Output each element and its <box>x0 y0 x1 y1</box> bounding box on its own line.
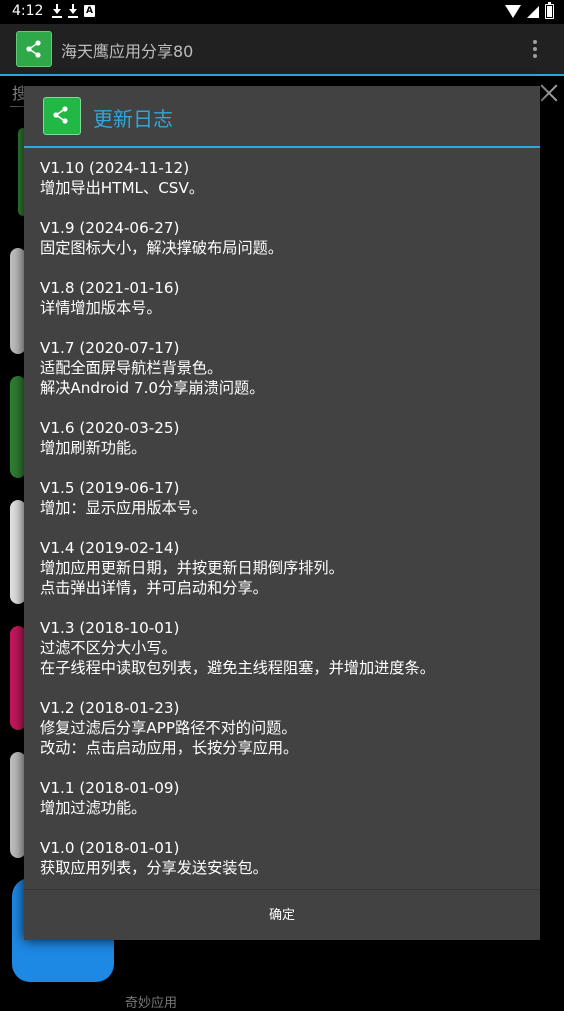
entry-version: V1.4 (2019-02-14) <box>40 539 180 557</box>
changelog-entry: V1.7 (2020-07-17) 适配全面屏导航栏背景色。解决Android 7… <box>40 338 530 398</box>
battery-icon <box>545 2 554 19</box>
dialog-title: 更新日志 <box>93 107 173 131</box>
entry-line: 修复过滤后分享APP路径不对的问题。 <box>40 719 297 737</box>
changelog-dialog: 更新日志 V1.10 (2024-11-12) 增加导出HTML、CSV。 V1.9… <box>24 86 540 940</box>
notification-icons: A <box>52 4 95 18</box>
share-icon <box>16 31 52 67</box>
entry-line: 详情增加版本号。 <box>40 299 162 317</box>
status-bar: 4:12 A <box>0 0 564 24</box>
dialog-header: 更新日志 <box>24 86 540 148</box>
entry-version: V1.5 (2019-06-17) <box>40 479 180 497</box>
entry-line: 增加刷新功能。 <box>40 439 147 457</box>
entry-version: V1.6 (2020-03-25) <box>40 419 180 437</box>
app-bar: 海天鹰应用分享80 <box>0 24 564 76</box>
entry-line: 点击弹出详情，并可启动和分享。 <box>40 579 268 597</box>
entry-line: 增加导出HTML、CSV。 <box>40 179 205 197</box>
entry-version: V1.10 (2024-11-12) <box>40 159 190 177</box>
download-icon <box>68 4 78 18</box>
entry-line: 改动：点击启动应用，长按分享应用。 <box>40 739 299 757</box>
changelog-entry: V1.1 (2018-01-09) 增加过滤功能。 <box>40 778 530 818</box>
entry-version: V1.8 (2021-01-16) <box>40 279 180 297</box>
entry-line: 解决Android 7.0分享崩溃问题。 <box>40 379 265 397</box>
app-title: 海天鹰应用分享80 <box>61 42 194 61</box>
changelog-entry: V1.9 (2024-06-27) 固定图标大小，解决撑破布局问题。 <box>40 218 530 258</box>
entry-line: 固定图标大小，解决撑破布局问题。 <box>40 239 283 257</box>
close-icon[interactable] <box>538 82 560 104</box>
share-icon <box>43 97 81 135</box>
signal-icon <box>527 5 539 18</box>
changelog-entry: V1.8 (2021-01-16) 详情增加版本号。 <box>40 278 530 318</box>
ok-button[interactable]: 确定 <box>24 890 540 941</box>
changelog-entry: V1.6 (2020-03-25) 增加刷新功能。 <box>40 418 530 458</box>
status-time: 4:12 <box>12 3 44 19</box>
app-list-label: 奇妙应用 <box>125 996 178 1011</box>
notification-badge-icon: A <box>84 5 95 17</box>
changelog-entry: V1.0 (2018-01-01) 获取应用列表，分享发送安装包。 <box>40 838 530 878</box>
entry-line: 增加应用更新日期，并按更新日期倒序排列。 <box>40 559 344 577</box>
wifi-icon <box>505 5 521 18</box>
download-icon <box>52 4 62 18</box>
changelog-entry: V1.10 (2024-11-12) 增加导出HTML、CSV。 <box>40 158 530 198</box>
changelog-entry: V1.5 (2019-06-17) 增加：显示应用版本号。 <box>40 478 530 518</box>
entry-line: 增加过滤功能。 <box>40 799 147 817</box>
entry-line: 适配全面屏导航栏背景色。 <box>40 359 223 377</box>
entry-line: 获取应用列表，分享发送安装包。 <box>40 859 268 877</box>
entry-version: V1.1 (2018-01-09) <box>40 779 180 797</box>
changelog-entry: V1.3 (2018-10-01) 过滤不区分大小写。在子线程中读取包列表，避免主… <box>40 618 530 678</box>
changelog-entry: V1.4 (2019-02-14) 增加应用更新日期，并按更新日期倒序排列。 点击弹… <box>40 538 530 598</box>
entry-line: 在子线程中读取包列表，避免主线程阻塞，并增加进度条。 <box>40 659 435 677</box>
entry-line: 过滤不区分大小写。 <box>40 639 177 657</box>
entry-version: V1.9 (2024-06-27) <box>40 219 180 237</box>
system-icons <box>505 2 554 19</box>
changelog-entry: V1.2 (2018-01-23) 修复过滤后分享APP路径不对的问题。 改动：点击… <box>40 698 530 758</box>
entry-version: V1.0 (2018-01-01) <box>40 839 180 857</box>
entry-version: V1.7 (2020-07-17) <box>40 339 180 357</box>
dialog-footer: 确定 <box>24 889 540 941</box>
changelog-list: V1.10 (2024-11-12) 增加导出HTML、CSV。 V1.9 (202… <box>40 158 530 898</box>
entry-line: 增加：显示应用版本号。 <box>40 499 208 517</box>
more-vert-icon[interactable] <box>533 40 537 61</box>
entry-version: V1.3 (2018-10-01) <box>40 619 180 637</box>
entry-version: V1.2 (2018-01-23) <box>40 699 180 717</box>
